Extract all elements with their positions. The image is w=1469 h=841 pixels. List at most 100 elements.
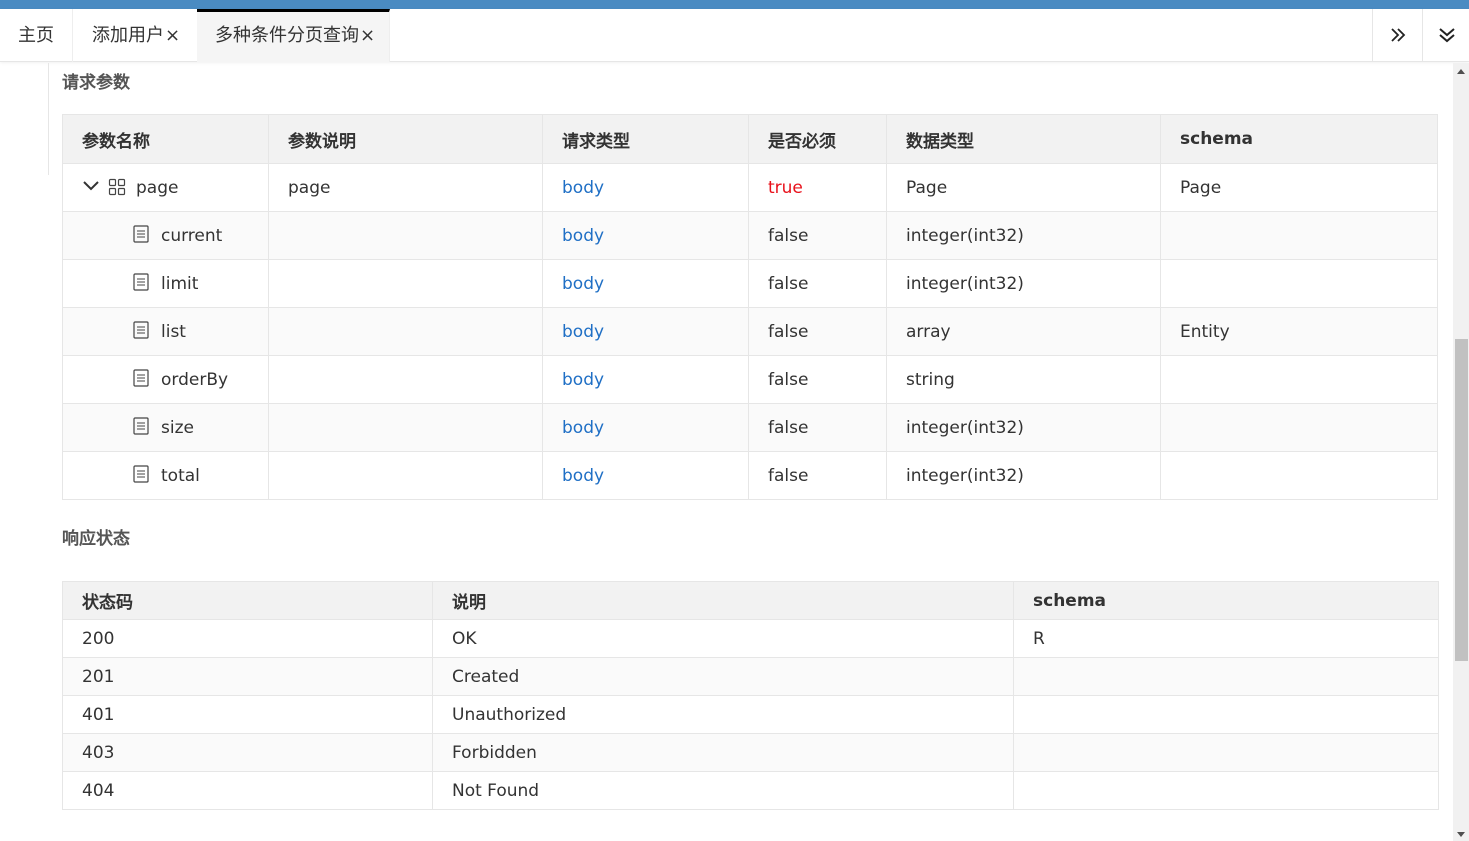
table-row: 201 Created (62, 657, 1439, 696)
table-row: size body false integer(int32) (62, 403, 1438, 452)
param-required: false (748, 259, 887, 308)
table-row: 401 Unauthorized (62, 695, 1439, 734)
param-desc (268, 307, 543, 356)
param-name-cell: list (62, 307, 269, 356)
scrollbar-thumb[interactable] (1455, 339, 1468, 661)
param-type: Page (886, 163, 1161, 212)
param-required: false (748, 355, 887, 404)
tab-paged-query-close-icon[interactable]: × (360, 25, 375, 46)
col-schema: schema (1160, 114, 1438, 164)
param-schema (1160, 259, 1438, 308)
table-row: page page body true Page Page (62, 163, 1438, 212)
param-type: array (886, 307, 1161, 356)
param-schema: Entity (1160, 307, 1438, 356)
vertical-scrollbar[interactable] (1453, 63, 1469, 841)
tab-menu-button[interactable] (1422, 9, 1469, 62)
table-row: current body false integer(int32) (62, 211, 1438, 260)
status-code: 201 (62, 657, 433, 696)
status-code: 403 (62, 733, 433, 772)
param-name: list (161, 321, 186, 342)
document-icon (133, 225, 149, 243)
status-schema (1013, 733, 1439, 772)
document-icon (133, 465, 149, 483)
param-type: integer(int32) (886, 451, 1161, 500)
param-in: body (542, 451, 749, 500)
param-required: false (748, 451, 887, 500)
param-name-cell: current (62, 211, 269, 260)
status-code: 404 (62, 771, 433, 810)
param-desc (268, 403, 543, 452)
param-required: false (748, 403, 887, 452)
param-in: body (542, 163, 749, 212)
param-desc (268, 211, 543, 260)
document-icon (133, 369, 149, 387)
param-name: total (161, 465, 200, 486)
table-row: orderBy body false string (62, 355, 1438, 404)
param-name-cell: orderBy (62, 355, 269, 404)
param-schema (1160, 451, 1438, 500)
document-icon (133, 273, 149, 291)
status-desc: OK (432, 619, 1014, 658)
tab-scroll-right-button[interactable] (1372, 9, 1422, 62)
request-params-table: 参数名称 参数说明 请求类型 是否必须 数据类型 schema page pag… (62, 114, 1438, 500)
request-params-title: 请求参数 (62, 73, 130, 93)
double-chevron-down-icon (1439, 28, 1455, 43)
double-chevron-right-icon (1391, 28, 1406, 42)
param-name-cell: limit (62, 259, 269, 308)
tab-add-user-close-icon[interactable]: × (165, 25, 180, 46)
tab-paged-query[interactable]: 多种条件分页查询× (197, 9, 390, 62)
scroll-up-arrow-icon[interactable] (1457, 69, 1465, 74)
param-type: integer(int32) (886, 211, 1161, 260)
table-row: total body false integer(int32) (62, 451, 1438, 500)
tab-bar: 主页 添加用户× 多种条件分页查询× (0, 9, 1469, 62)
top-accent-bar (0, 0, 1469, 9)
param-in: body (542, 211, 749, 260)
param-schema: Page (1160, 163, 1438, 212)
status-code: 401 (62, 695, 433, 734)
param-type: integer(int32) (886, 403, 1161, 452)
param-type: string (886, 355, 1161, 404)
param-desc (268, 259, 543, 308)
param-in: body (542, 403, 749, 452)
param-schema (1160, 211, 1438, 260)
tab-add-user[interactable]: 添加用户× (74, 9, 200, 62)
grid-icon (108, 178, 126, 196)
col-request-type: 请求类型 (542, 114, 749, 164)
tab-home[interactable]: 主页 (0, 9, 73, 62)
col-param-name: 参数名称 (62, 114, 269, 164)
response-status-title: 响应状态 (62, 529, 130, 549)
param-name-cell: total (62, 451, 269, 500)
table-row: 200 OK R (62, 619, 1439, 658)
param-desc (268, 451, 543, 500)
status-desc: Forbidden (432, 733, 1014, 772)
param-name-cell: size (62, 403, 269, 452)
table-header-row: 状态码 说明 schema (62, 581, 1439, 620)
table-header-row: 参数名称 参数说明 请求类型 是否必须 数据类型 schema (62, 114, 1438, 164)
col-data-type: 数据类型 (886, 114, 1161, 164)
status-schema (1013, 771, 1439, 810)
document-icon (133, 417, 149, 435)
chevron-down-icon[interactable] (83, 180, 99, 192)
status-schema (1013, 657, 1439, 696)
param-schema (1160, 403, 1438, 452)
table-row: 403 Forbidden (62, 733, 1439, 772)
param-type: integer(int32) (886, 259, 1161, 308)
col-required: 是否必须 (748, 114, 887, 164)
col-status-schema: schema (1013, 581, 1439, 620)
col-status-code: 状态码 (62, 581, 433, 620)
param-in: body (542, 307, 749, 356)
scroll-down-arrow-icon[interactable] (1457, 832, 1465, 837)
param-in: body (542, 259, 749, 308)
tab-paged-query-label: 多种条件分页查询 (215, 25, 359, 46)
table-row: limit body false integer(int32) (62, 259, 1438, 308)
status-code: 200 (62, 619, 433, 658)
api-doc-content: 请求参数 参数名称 参数说明 请求类型 是否必须 数据类型 schema pag… (0, 63, 1453, 841)
tab-add-user-label: 添加用户 (92, 25, 164, 46)
status-desc: Unauthorized (432, 695, 1014, 734)
table-row: 404 Not Found (62, 771, 1439, 810)
col-param-desc: 参数说明 (268, 114, 543, 164)
param-name: limit (161, 273, 199, 294)
status-schema: R (1013, 619, 1439, 658)
left-divider (48, 63, 49, 175)
param-name-cell: page (62, 163, 269, 212)
